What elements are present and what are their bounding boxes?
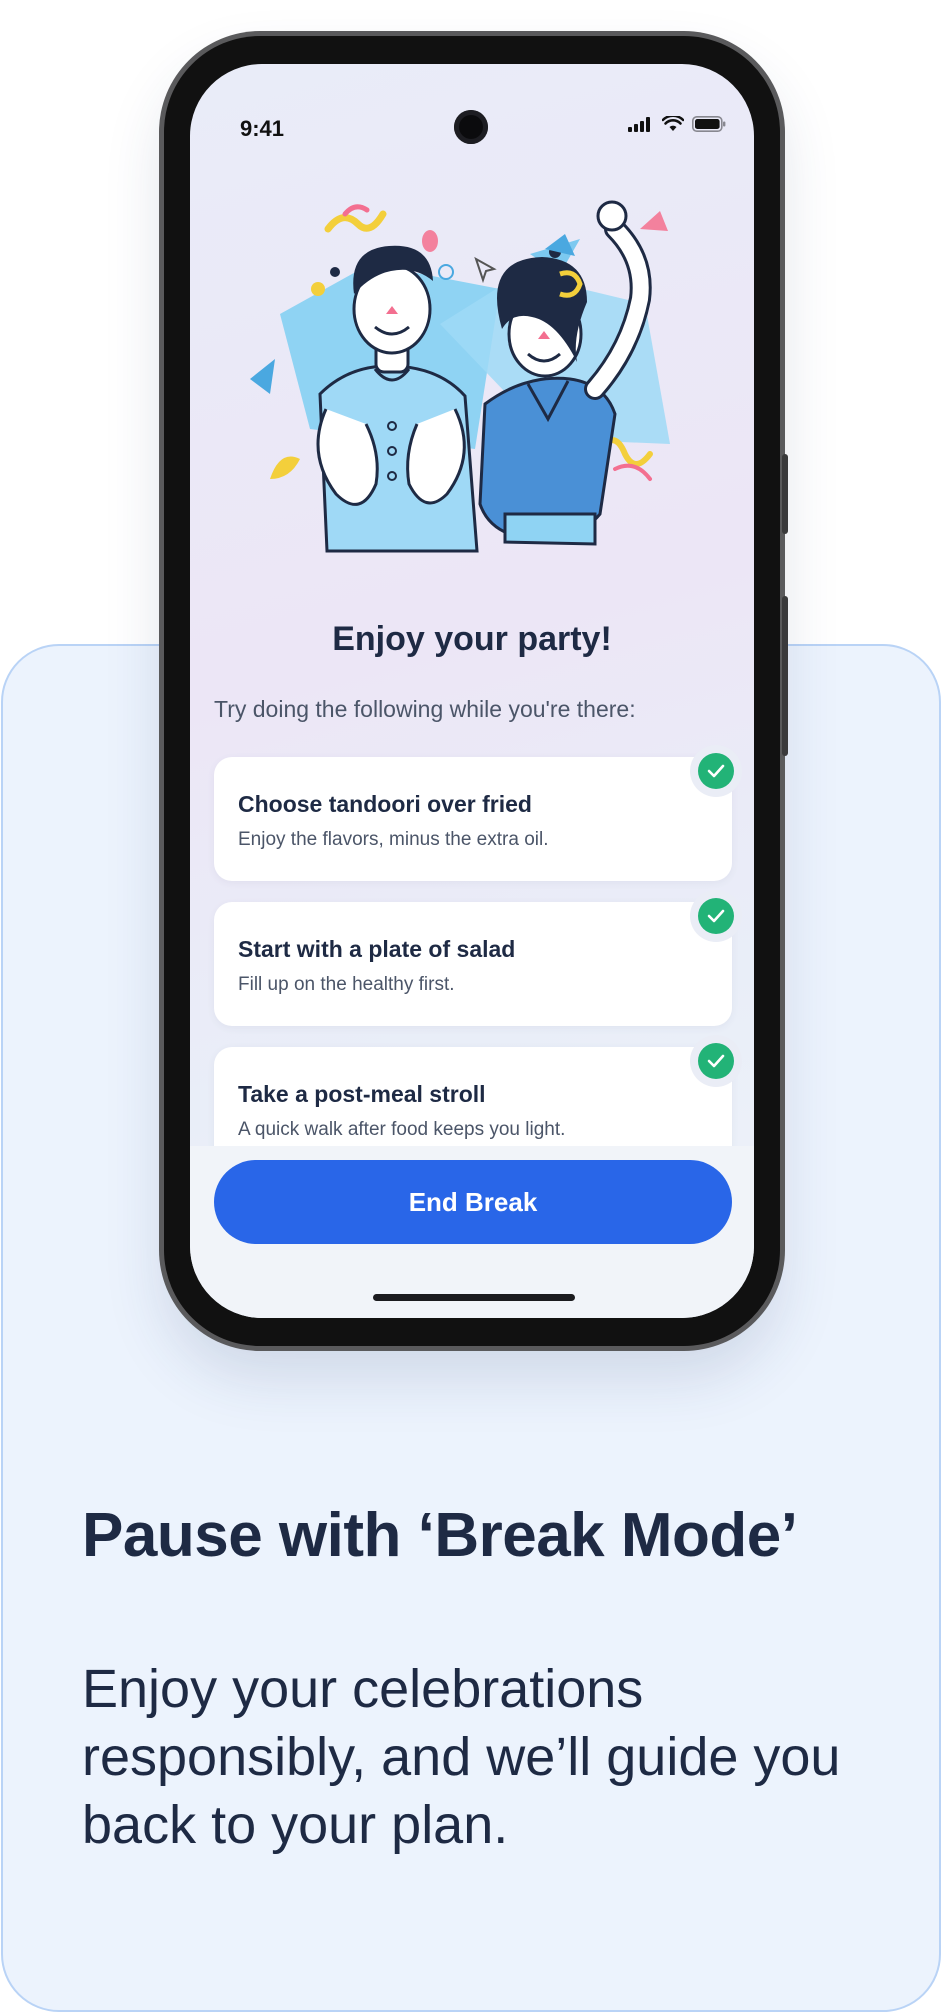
checkmark-icon bbox=[698, 753, 734, 789]
tip-title: Choose tandoori over fried bbox=[238, 791, 532, 817]
phone-screen: 9:41 Enjoy your party! Try doing the fol… bbox=[190, 64, 754, 1318]
tip-card: Choose tandoori over fried Enjoy the fla… bbox=[214, 745, 742, 881]
home-indicator[interactable] bbox=[373, 1294, 575, 1301]
phone-side-button bbox=[782, 596, 788, 756]
signal-icon bbox=[628, 117, 650, 132]
tip-description: A quick walk after food keeps you light. bbox=[238, 1119, 566, 1140]
status-time: 9:41 bbox=[240, 116, 285, 141]
tip-description: Fill up on the healthy first. bbox=[238, 974, 455, 995]
checkmark-icon bbox=[698, 898, 734, 934]
end-break-button[interactable]: End Break bbox=[214, 1160, 732, 1244]
wifi-icon bbox=[662, 116, 684, 131]
tip-check-badge bbox=[690, 1035, 742, 1087]
phone-side-button bbox=[782, 454, 788, 534]
status-icons bbox=[628, 116, 726, 132]
phone-mockup: 9:41 Enjoy your party! Try doing the fol… bbox=[164, 36, 788, 1346]
battery-icon bbox=[692, 116, 726, 132]
tip-description: Enjoy the flavors, minus the extra oil. bbox=[238, 829, 549, 850]
tip-check-badge bbox=[690, 890, 742, 942]
screen-title: Enjoy your party! bbox=[332, 620, 612, 658]
promo-body: Enjoy your celebrations responsibly, and… bbox=[82, 1659, 841, 1855]
tip-check-badge bbox=[690, 745, 742, 797]
tip-title: Start with a plate of salad bbox=[238, 936, 516, 962]
camera-cutout bbox=[454, 110, 488, 144]
party-illustration bbox=[250, 200, 670, 553]
tip-card: Start with a plate of salad Fill up on t… bbox=[214, 890, 742, 1026]
screen-subtitle: Try doing the following while you're the… bbox=[214, 696, 636, 722]
promo-title: Pause with ‘Break Mode’ bbox=[82, 1501, 798, 1570]
checkmark-icon bbox=[698, 1043, 734, 1079]
tip-title: Take a post-meal stroll bbox=[238, 1081, 486, 1107]
